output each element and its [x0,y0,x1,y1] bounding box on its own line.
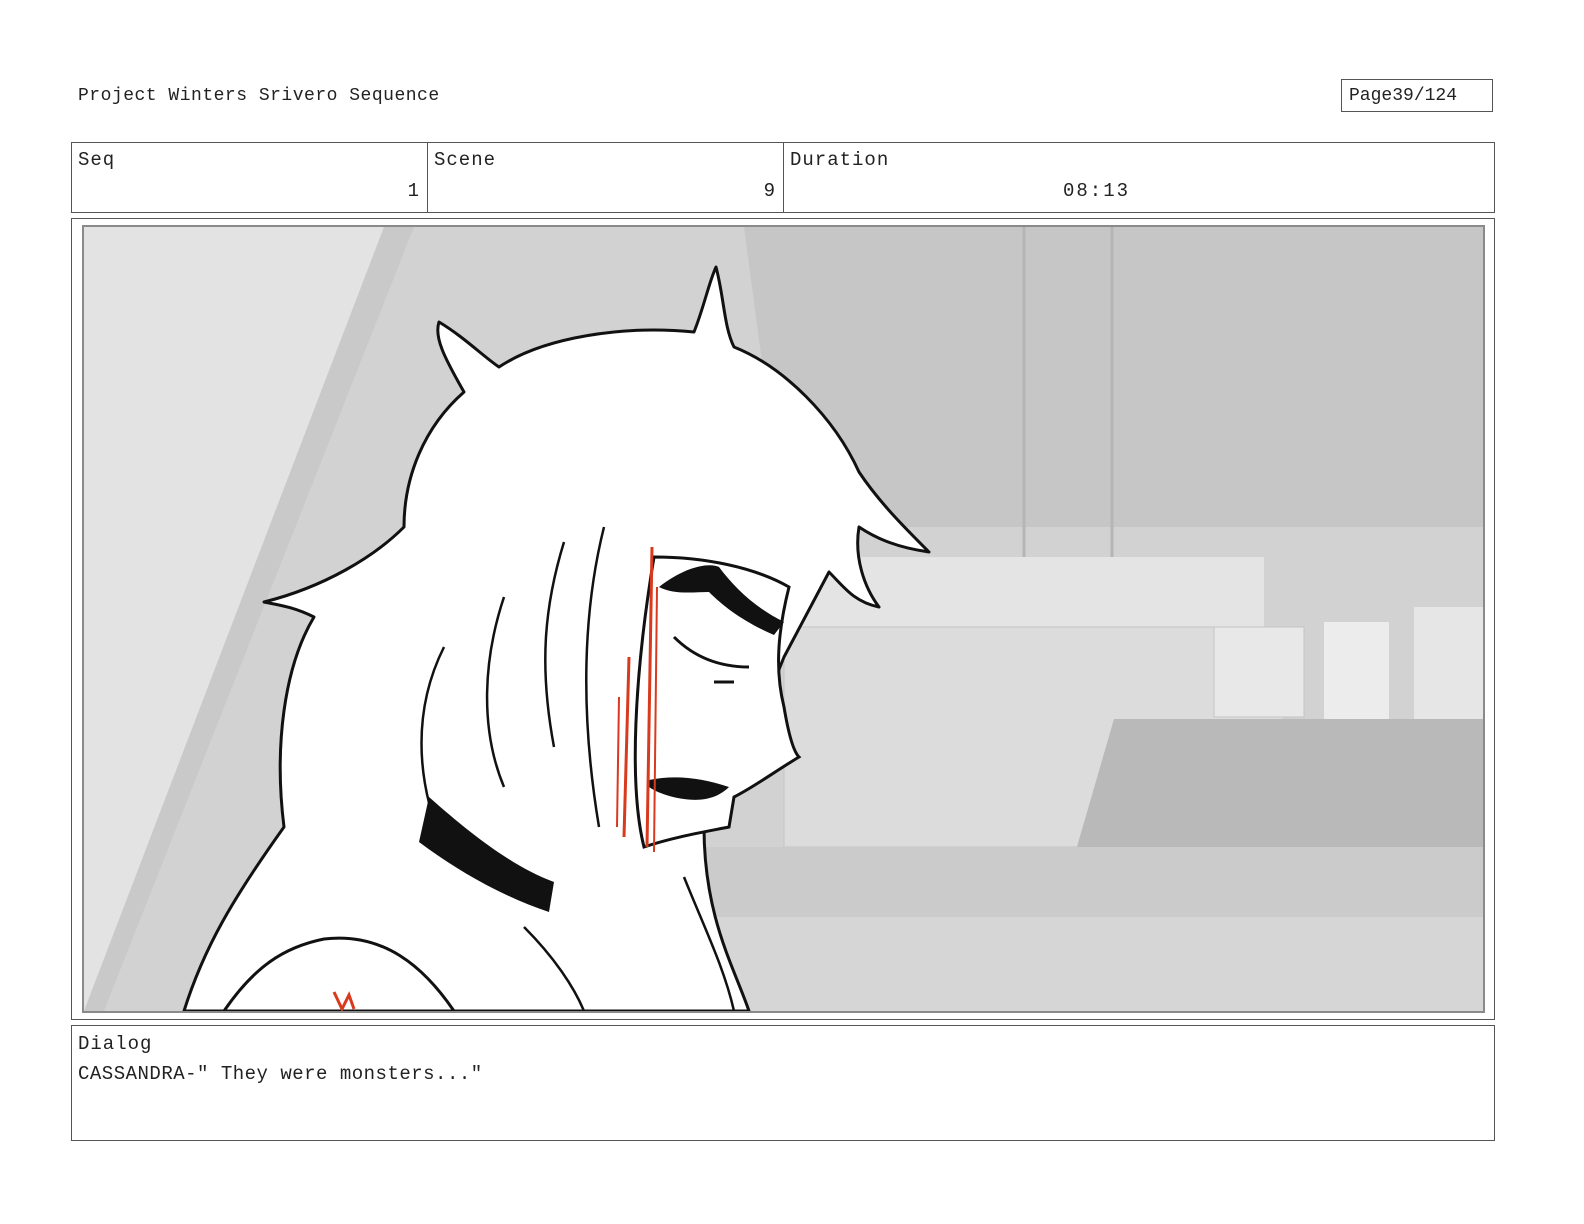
floor-band [704,847,1483,917]
duration-label: Duration [790,149,890,171]
window-pane [1414,607,1483,722]
shot-info-row: Seq 1 Scene 9 Duration 08:13 [71,142,1495,213]
project-title: Project Winters Srivero Sequence [78,86,440,106]
storyboard-sketch-image [84,227,1483,1011]
dialog-label: Dialog [78,1033,153,1055]
scene-value: 9 [763,180,775,202]
seq-cell: Seq 1 [72,143,428,212]
page-label: Page [1349,85,1393,106]
dialog-box: Dialog CASSANDRA-" They were monsters...… [71,1025,1495,1141]
scene-cell: Scene 9 [428,143,784,212]
duration-cell: Duration 08:13 [784,143,1494,212]
floor [704,917,1483,1011]
seq-value: 1 [407,180,419,202]
storyboard-panel [82,225,1485,1013]
duration-value: 08:13 [1063,180,1131,202]
page-number: 39/124 [1392,85,1458,106]
dialog-text: CASSANDRA-" They were monsters..." [78,1063,483,1085]
page-indicator: Page 39/124 [1341,79,1493,112]
scene-label: Scene [434,149,497,171]
shelf-unit [1213,626,1305,718]
seq-label: Seq [78,149,116,171]
window-pane [1324,622,1389,722]
table-top [1074,719,1483,857]
